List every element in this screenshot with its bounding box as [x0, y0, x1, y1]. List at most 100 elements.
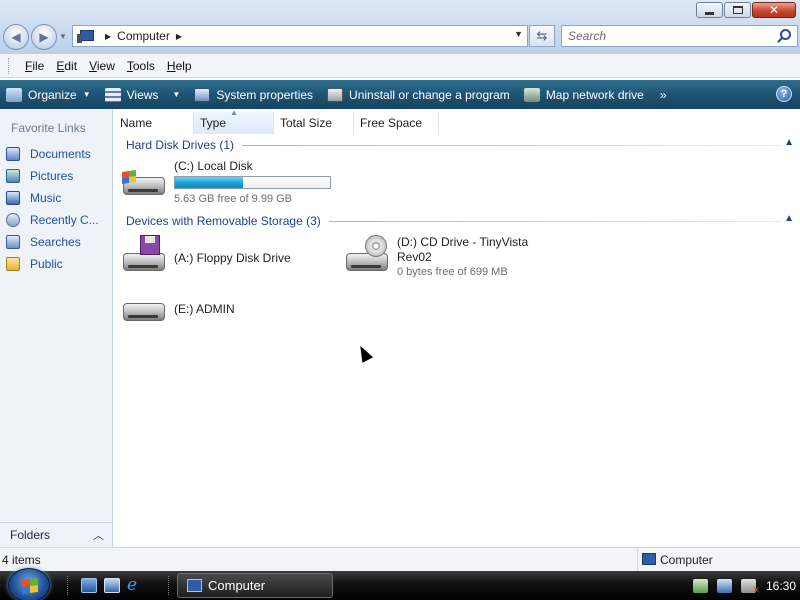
- forward-button[interactable]: ▶: [31, 24, 57, 50]
- folders-toggle[interactable]: Folders ︿: [0, 522, 112, 547]
- sort-arrow-icon: ▲: [230, 108, 238, 117]
- menu-view[interactable]: View: [83, 59, 121, 73]
- drive-name-line2: Rev02: [397, 250, 432, 264]
- drive-a[interactable]: (A:) Floppy Disk Drive: [120, 235, 291, 279]
- drive-c[interactable]: (C:) Local Disk 5.63 GB free of 9.99 GB: [120, 159, 331, 207]
- close-icon: ✕: [768, 3, 780, 17]
- menu-help[interactable]: Help: [161, 59, 198, 73]
- column-header-free-space[interactable]: Free Space: [354, 112, 439, 134]
- drive-name: (A:) Floppy Disk Drive: [174, 251, 291, 265]
- column-headers: Name ▲ Type Total Size Free Space: [114, 108, 439, 134]
- menu-file[interactable]: File: [19, 59, 50, 73]
- switch-windows-icon[interactable]: [104, 578, 120, 593]
- cd-drive-icon: [343, 235, 391, 279]
- taskbar-grip[interactable]: [67, 576, 70, 595]
- views-label: Views: [126, 87, 159, 102]
- favorite-links-title: Favorite Links: [11, 121, 86, 135]
- refresh-icon: ⇆: [536, 28, 548, 43]
- system-properties-button[interactable]: System properties: [194, 87, 313, 102]
- views-button[interactable]: Views ▼: [104, 87, 181, 102]
- group-header-hard-disks[interactable]: Hard Disk Drives (1) ▲: [126, 137, 794, 153]
- help-icon[interactable]: ?: [776, 86, 792, 102]
- drive-e[interactable]: (E:) ADMIN: [120, 289, 235, 333]
- uninstall-program-button[interactable]: Uninstall or change a program: [327, 87, 510, 102]
- drive-free-space: 5.63 GB free of 9.99 GB: [174, 193, 293, 205]
- chevron-down-icon: ▼: [172, 90, 181, 99]
- drive-name: (E:) ADMIN: [174, 302, 235, 316]
- sidebar-item-label: Music: [30, 191, 62, 205]
- network-icon[interactable]: [717, 578, 732, 593]
- sidebar-item-music[interactable]: Music: [6, 187, 99, 209]
- back-button[interactable]: ◀: [3, 24, 29, 50]
- sidebar-item-pictures[interactable]: Pictures: [6, 165, 99, 187]
- more-commands-button[interactable]: »: [660, 88, 667, 102]
- sidebar-item-label: Public: [30, 257, 63, 271]
- favorite-links-list: Documents Pictures Music Recently C... S…: [6, 143, 99, 275]
- collapse-chevron-icon[interactable]: ▲: [784, 137, 794, 148]
- start-button[interactable]: [8, 568, 50, 600]
- sidebar-item-label: Searches: [30, 235, 81, 249]
- recent-icon: [6, 213, 20, 227]
- security-flag-icon[interactable]: [693, 578, 708, 593]
- collapse-chevron-icon[interactable]: ▲: [784, 213, 794, 224]
- group-title: Devices with Removable Storage (3): [126, 214, 321, 228]
- windows-logo-icon: [22, 577, 38, 595]
- search-icon[interactable]: [780, 29, 791, 40]
- title-address-bar: ✕ ◀ ▶ ▼ ▶ Computer ▶ ▼ ⇆: [0, 0, 800, 54]
- group-divider: [328, 220, 782, 222]
- organize-button[interactable]: Organize ▼: [6, 87, 91, 102]
- search-box[interactable]: [561, 25, 798, 47]
- map-network-drive-button[interactable]: Map network drive: [523, 87, 644, 102]
- menu-edit[interactable]: Edit: [50, 59, 83, 73]
- minimize-button[interactable]: [696, 2, 723, 18]
- public-folder-icon: [6, 257, 20, 271]
- drive-d[interactable]: (D:) CD Drive - TinyVista Rev02 0 bytes …: [343, 235, 528, 280]
- drive-name: (C:) Local Disk: [174, 159, 253, 173]
- sidebar-item-label: Recently C...: [30, 213, 99, 227]
- breadcrumb-separator-icon[interactable]: ▶: [105, 32, 111, 41]
- sidebar-item-documents[interactable]: Documents: [6, 143, 99, 165]
- floppy-drive-icon: [120, 235, 168, 279]
- group-title: Hard Disk Drives (1): [126, 138, 235, 152]
- breadcrumb-separator-icon[interactable]: ▶: [176, 32, 182, 41]
- maximize-button[interactable]: [724, 2, 751, 18]
- hard-disk-icon: [120, 159, 168, 203]
- column-header-total-size[interactable]: Total Size: [274, 112, 354, 134]
- taskbar-grip[interactable]: [168, 576, 171, 595]
- clock[interactable]: 16:30: [766, 579, 796, 593]
- search-input[interactable]: [562, 26, 762, 46]
- disk-usage-bar: [174, 176, 331, 189]
- recent-pages-dropdown[interactable]: ▼: [59, 32, 67, 41]
- drive-name: (D:) CD Drive - TinyVista: [397, 235, 529, 249]
- address-dropdown-icon[interactable]: ▼: [514, 29, 523, 39]
- taskbar-button-label: Computer: [208, 578, 266, 593]
- taskbar: e Computer 16:30: [0, 568, 800, 600]
- address-bar[interactable]: ▶ Computer ▶ ▼: [72, 25, 528, 47]
- computer-icon: [187, 579, 202, 592]
- menu-tools[interactable]: Tools: [121, 59, 161, 73]
- internet-explorer-icon[interactable]: e: [127, 577, 143, 594]
- group-divider: [242, 144, 782, 146]
- close-button[interactable]: ✕: [752, 2, 796, 18]
- taskbar-button-computer[interactable]: Computer: [177, 573, 333, 598]
- sidebar-item-label: Documents: [30, 147, 91, 161]
- status-location: Computer: [637, 548, 713, 572]
- system-properties-icon: [194, 87, 211, 102]
- breadcrumb-computer[interactable]: Computer: [117, 29, 170, 43]
- sidebar-item-public[interactable]: Public: [6, 253, 99, 275]
- refresh-button[interactable]: ⇆: [529, 25, 555, 47]
- menubar-grip: [8, 57, 11, 74]
- volume-muted-icon[interactable]: [741, 578, 760, 596]
- drive-free-space: 0 bytes free of 699 MB: [397, 266, 508, 278]
- network-drive-icon: [523, 87, 540, 102]
- show-desktop-icon[interactable]: [81, 578, 97, 593]
- column-header-type[interactable]: ▲ Type: [194, 108, 274, 134]
- back-arrow-icon: ◀: [11, 30, 21, 44]
- removable-drive-icon: [120, 289, 168, 333]
- group-header-removable-storage[interactable]: Devices with Removable Storage (3) ▲: [126, 213, 794, 229]
- sidebar-item-recently-changed[interactable]: Recently C...: [6, 209, 99, 231]
- sidebar-item-searches[interactable]: Searches: [6, 231, 99, 253]
- column-header-name[interactable]: Name: [114, 112, 194, 134]
- music-icon: [6, 191, 20, 205]
- system-tray: 16:30: [684, 571, 800, 600]
